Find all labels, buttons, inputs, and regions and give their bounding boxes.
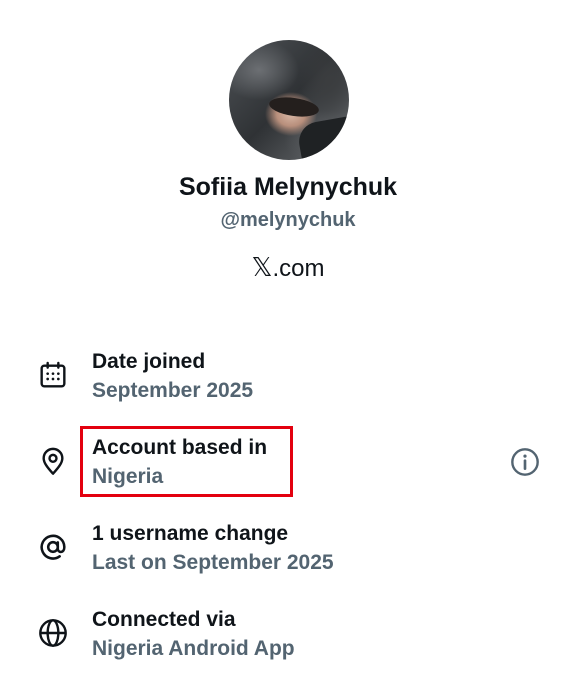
row-title: 1 username change [92,522,289,545]
username-handle: @melynychuk [220,209,356,231]
about-row-connected-via: Connected via Nigeria Android App [0,604,576,674]
avatar-shirt [295,115,349,160]
row-value: Nigeria Android App [92,637,295,660]
about-row-username-change: 1 username change Last on September 2025 [0,518,576,588]
globe-icon [39,619,67,647]
row-value: September 2025 [92,379,254,402]
x-logo-icon: 𝕏 [251,253,273,283]
row-value: Last on September 2025 [92,551,334,574]
site-label: 𝕏.com [0,253,576,283]
row-title: Date joined [92,350,206,373]
avatar-hair [267,94,321,120]
about-row-date-joined: Date joined September 2025 [0,346,576,416]
calendar-icon [40,361,66,388]
row-title: Connected via [92,608,236,631]
site-suffix: .com [272,255,325,282]
info-icon[interactable] [509,446,541,478]
highlight-box [80,426,293,497]
display-name: Sofiia Melynychuk [178,173,398,201]
location-pin-icon [42,447,64,475]
avatar[interactable] [229,40,349,160]
at-sign-icon [40,534,66,560]
